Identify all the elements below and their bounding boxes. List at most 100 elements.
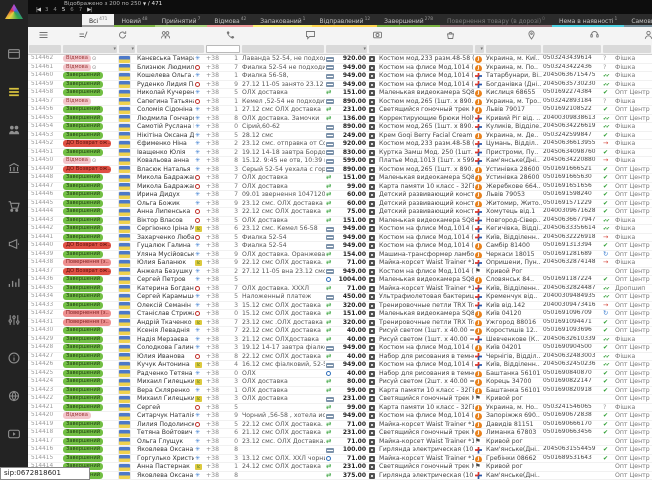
globe-icon[interactable]: [7, 389, 21, 403]
order-row[interactable]: 514418ЗавершенийТетяна Войтович✳+38621.1…: [28, 429, 652, 438]
page-button-6[interactable]: 6: [70, 7, 73, 14]
order-row[interactable]: 514428ЗавершенийСолодкова Галина В..✳+38…: [28, 344, 652, 353]
bank-icon[interactable]: [7, 161, 21, 175]
tab-Запакований[interactable]: Запакований1: [253, 14, 312, 27]
phone-icon[interactable]: [225, 30, 237, 41]
stats-chart-icon[interactable]: [7, 275, 21, 289]
order-row[interactable]: 514457ВідмоваСапегина Татьяна С..+381Кем…: [28, 98, 652, 107]
order-row[interactable]: 514435ЗавершенийКатерина Богданова+387ОЛ…: [28, 285, 652, 294]
headset-icon[interactable]: [589, 30, 601, 41]
order-row[interactable]: 514440ДО Возврат ож..Гуцалюк Галина✳+383…: [28, 242, 652, 251]
order-row[interactable]: 514459ЗавершенийРуденко Лидия Пав..+3892…: [28, 81, 652, 90]
order-row[interactable]: 514460ЗавершенийКошелева Ольга Ар..✳+381…: [28, 72, 652, 81]
order-row[interactable]: 514455ЗавершенийЛюдмила Гончарова✳+388ОЛ…: [28, 115, 652, 124]
last-page-button[interactable]: ▶|: [87, 7, 91, 14]
people-icon[interactable]: [160, 30, 172, 41]
order-row[interactable]: 514458ЗавершенийНиколай Кучеренко✳+385ОЛ…: [28, 89, 652, 98]
order-row[interactable]: 514424ЗавершенийМихаил Гилецькийlc+383ОЛ…: [28, 378, 652, 387]
filter-ttn[interactable]: [543, 45, 601, 53]
page-button-4[interactable]: 4: [53, 7, 56, 14]
chat-icon[interactable]: [305, 30, 317, 41]
order-row[interactable]: 514445ЗавершенийОльга Божик✳+38923.12 см…: [28, 200, 652, 209]
tab-Всі[interactable]: Всі471: [82, 14, 114, 27]
orders-list-icon[interactable]: [7, 85, 21, 99]
dashboard-icon[interactable]: [7, 47, 21, 61]
filter-phone-input[interactable]: [206, 45, 240, 53]
tab-Прийнятий[interactable]: Прийнятий7: [155, 14, 208, 27]
order-row[interactable]: 514441ЗавершенийЗахарченко Люба+385Фиалк…: [28, 234, 652, 243]
order-row[interactable]: 514446ЗавершенийИрина Дидух✳+38709.01 зв…: [28, 191, 652, 200]
order-row[interactable]: 514447ЗавершенийМикола Бадражан+387ОЛХ д…: [28, 183, 652, 192]
filter-country[interactable]: [119, 45, 135, 53]
order-row[interactable]: 514462Відмова⊙Канєвська Тамара ..✳+381Ла…: [28, 55, 652, 64]
filter-price[interactable]: [326, 45, 367, 53]
person-icon[interactable]: [643, 30, 652, 41]
camera-icon[interactable]: [372, 30, 384, 41]
filter-id[interactable]: [29, 45, 61, 53]
tab-Завершений[interactable]: Завершений278: [377, 14, 440, 27]
filter-department[interactable]: [603, 45, 651, 53]
filter-region[interactable]: [486, 45, 541, 53]
app-logo-icon[interactable]: [5, 4, 23, 19]
order-row[interactable]: 514427ЗавершенийЮлия Иванова+38822.12 см…: [28, 353, 652, 362]
settings-sliders-icon[interactable]: [7, 313, 21, 327]
order-row[interactable]: 514423ЗавершенийВера Скляренко✳+381ОЛХ д…: [28, 387, 652, 396]
order-row[interactable]: 514413ЗавершенийЯковлева Оксана✳+388⇄375…: [28, 472, 652, 480]
order-row[interactable]: 514415ЗавершенийГоргулько Христина..✳+38…: [28, 455, 652, 464]
order-row[interactable]: 514426ЗавершенийКучук Антонинаlc+38416.1…: [28, 361, 652, 370]
order-row[interactable]: 514439ЗавершенийУляна Мусійовська✳+389ОЛ…: [28, 251, 652, 260]
order-row[interactable]: 514449ДО Возврат ож..Власюк Наталья✳+383…: [28, 166, 652, 175]
order-row[interactable]: 514443ЗавершенийВіктор Власов+385ОЛХ дос…: [28, 217, 652, 226]
order-row[interactable]: 514450Відмова⊙Ковальова анна✳+38815.12. …: [28, 157, 652, 166]
location-pin-icon[interactable]: [526, 30, 538, 41]
order-row[interactable]: 514432Повернення (з..Станіслав Стрижак+3…: [28, 310, 652, 319]
video-tutorial-icon[interactable]: [7, 427, 21, 441]
page-button-3[interactable]: 3: [45, 7, 48, 14]
order-row[interactable]: 514461Відмова⊙Близнюк Людмила ..+387Фиал…: [28, 64, 652, 73]
order-row[interactable]: 514425ЗавершенийРадченко Тетяна✳+380ОЛХ4…: [28, 370, 652, 379]
order-row[interactable]: 514429ЗавершенийНадія Мерзаєва✳+38321.12…: [28, 336, 652, 345]
order-row[interactable]: 514438Повернення (з..Юлия Баланюкlc+3892…: [28, 259, 652, 268]
contacts-icon[interactable]: [7, 123, 21, 137]
refresh-icon[interactable]: [117, 30, 129, 41]
order-row[interactable]: 514414ЗавершенийАнна Пастернакlc+38124.1…: [28, 463, 652, 472]
order-row[interactable]: 514452ДО Возврат ож..Єфименко Ніна✳+3822…: [28, 140, 652, 149]
tab-Нема в наявності[interactable]: Нема в наявності1: [552, 14, 624, 27]
page-button-7[interactable]: 7: [79, 7, 82, 14]
order-row[interactable]: 514453ЗавершенийНікітіна Оксана Дми..✳+3…: [28, 132, 652, 141]
info-icon[interactable]: [7, 351, 21, 365]
first-page-button[interactable]: |◀: [36, 7, 40, 14]
order-row[interactable]: 514451ЗавершенийІващенко Юлія✳+38219.12 …: [28, 149, 652, 158]
order-row[interactable]: 514442ЗавершенийСергіюнко Іріна Ми..lc+3…: [28, 225, 652, 234]
order-row[interactable]: 514430ЗавершенийКсенія Леваднія✳+38722.1…: [28, 327, 652, 336]
tab-Самовивіз[interactable]: Самовивіз2: [624, 14, 652, 27]
order-row[interactable]: 514417ЗавершенийОльга Глущук✳+38023.12 с…: [28, 438, 652, 447]
order-row[interactable]: 514454ЗавершенийСамотій Руслана Во..✳+38…: [28, 123, 652, 132]
megaphone-icon[interactable]: [7, 237, 21, 251]
order-row[interactable]: 514431Повернення (з..Андрій Ткаченкоlc+3…: [28, 319, 652, 328]
tab-Відмова[interactable]: Відмова42: [207, 14, 253, 27]
edit-list-icon[interactable]: [78, 30, 90, 41]
order-row[interactable]: 514421ЗавершенийСергей+385⇄99.00Карта па…: [28, 404, 652, 413]
order-row[interactable]: 514448ЗавершенийМикола Бадражан+387ОЛХ д…: [28, 174, 652, 183]
order-row[interactable]: 514437ДО Возврат ож..Анжела Безушку✳+382…: [28, 268, 652, 277]
order-row[interactable]: 514420ВідмоваСитарчук Наталія Гр..✳+389Ч…: [28, 412, 652, 421]
filter-comment[interactable]: [242, 45, 324, 53]
filter-name[interactable]: [137, 45, 204, 53]
tab-Відправлений[interactable]: Відправлений12: [312, 14, 377, 27]
order-row[interactable]: 514456ЗавершенийСоломія Сідоніна✳+38127.…: [28, 106, 652, 115]
order-row[interactable]: 514419ЗавершенийЛилия Подолинская+38522.…: [28, 421, 652, 430]
cart-icon[interactable]: [7, 199, 21, 213]
order-row[interactable]: 514416ЗавершенийЯковлева Оксана✳+388100.…: [28, 446, 652, 455]
filter-product[interactable]: [369, 45, 473, 53]
order-row[interactable]: 514436ЗавершенийСергей Петров✳+3851004.0…: [28, 276, 652, 285]
order-row[interactable]: 514433ЗавершенийОлексій Семанін✳+38315.1…: [28, 302, 652, 311]
order-row[interactable]: 514444ЗавершенийАнна Липенська+38322.12 …: [28, 208, 652, 217]
order-row[interactable]: 514422ЗавершенийМихаил Гилецькийlc+383ОЛ…: [28, 395, 652, 404]
tab-Новий[interactable]: Новий48: [114, 14, 154, 27]
order-row[interactable]: 514434ЗавершенийСергей Карамышев✳+385Нал…: [28, 293, 652, 302]
list-icon[interactable]: [38, 30, 50, 41]
basket-icon[interactable]: [445, 30, 457, 41]
page-button-5[interactable]: 5: [62, 7, 65, 14]
filter-carrier[interactable]: [475, 45, 484, 53]
